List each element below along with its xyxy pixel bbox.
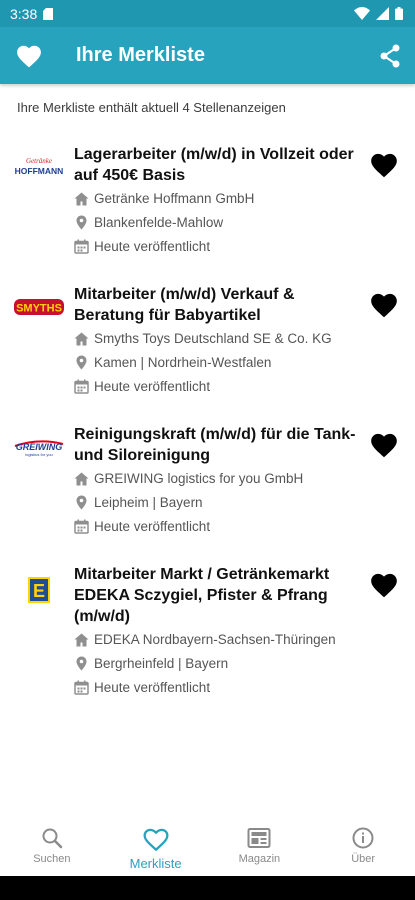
status-bar: 3:38 [0,0,415,27]
nav-item-magazine[interactable]: Magazin [208,818,312,876]
favorite-heart-icon[interactable] [370,572,398,598]
battery-icon [395,7,403,20]
svg-text:HOFFMANN: HOFFMANN [15,166,64,176]
company-logo-greiwing: GREIWING logistics for you [10,420,68,470]
favorite-heart-icon[interactable] [370,432,398,458]
job-location: Bergrheinfeld | Bayern [74,652,359,675]
calendar-icon [74,680,89,695]
job-location: Blankenfelde-Mahlow [74,211,359,234]
job-title[interactable]: Reinigungskraft (m/w/d) für die Tank- un… [74,424,359,466]
home-icon [74,192,89,205]
sd-card-icon [43,7,54,20]
job-location: Kamen | Nordrhein-Westfalen [74,351,359,374]
location-pin-icon [76,495,87,510]
job-title[interactable]: Mitarbeiter (m/w/d) Verkauf & Beratung f… [74,284,359,326]
page-title: Ihre Merkliste [76,44,205,66]
status-time: 3:38 [10,5,38,22]
favorite-heart-icon[interactable] [370,152,398,178]
calendar-icon [74,239,89,254]
job-company: Smyths Toys Deutschland SE & Co. KG [74,327,359,350]
location-pin-icon [76,215,87,230]
home-icon [74,332,89,345]
location-pin-icon [76,355,87,370]
job-item[interactable]: E Mitarbeiter Markt / Getränkemarkt EDEK… [0,560,415,699]
bottom-navigation: Suchen Merkliste Magazin Über [0,818,415,876]
svg-text:logistics for you: logistics for you [25,452,53,457]
job-published: Heute veröffentlicht [74,515,359,538]
job-published: Heute veröffentlicht [74,235,359,258]
wifi-icon [354,7,370,20]
job-company: GREIWING logistics for you GmbH [74,467,359,490]
svg-text:Getränke: Getränke [26,157,52,165]
nav-item-favorites[interactable]: Merkliste [104,818,208,876]
calendar-icon [74,519,89,534]
newspaper-icon [247,828,271,848]
company-logo-smyths: SMYTHS [10,280,68,330]
job-item[interactable]: Getränke HOFFMANN Lagerarbeiter (m/w/d) … [0,140,415,258]
nav-item-about[interactable]: Über [311,818,415,876]
location-pin-icon [76,656,87,671]
heart-icon[interactable] [16,44,42,68]
svg-text:E: E [33,581,45,601]
svg-text:SMYTHS: SMYTHS [16,303,62,315]
job-title[interactable]: Mitarbeiter Markt / Getränkemarkt EDEKA … [74,564,359,627]
nav-label-magazine: Magazin [238,853,281,865]
job-published: Heute veröffentlicht [74,676,359,699]
job-item[interactable]: SMYTHS Mitarbeiter (m/w/d) Verkauf & Ber… [0,280,415,398]
job-company: EDEKA Nordbayern-Sachsen-Thüringen [74,628,359,651]
job-list: Getränke HOFFMANN Lagerarbeiter (m/w/d) … [0,140,415,721]
job-published: Heute veröffentlicht [74,375,359,398]
job-item[interactable]: GREIWING logistics for you Reinigungskra… [0,420,415,538]
nav-label-search: Suchen [33,853,71,865]
nav-label-favorites: Merkliste [129,856,182,871]
company-logo-hoffmann: Getränke HOFFMANN [10,140,68,190]
home-icon [74,472,89,485]
search-icon [42,828,63,849]
heart-outline-icon [143,828,169,852]
company-logo-edeka: E [10,560,68,610]
app-bar: Ihre Merkliste [0,27,415,84]
job-title[interactable]: Lagerarbeiter (m/w/d) in Vollzeit oder a… [74,144,359,186]
home-icon [74,633,89,646]
nav-label-about: Über [351,853,376,865]
favorite-heart-icon[interactable] [370,292,398,318]
calendar-icon [74,379,89,394]
favorites-summary: Ihre Merkliste enthält aktuell 4 Stellen… [17,100,286,115]
share-icon[interactable] [379,44,401,68]
info-icon [352,827,374,849]
nav-item-search[interactable]: Suchen [0,818,104,876]
system-navigation-bar [0,876,415,900]
signal-icon [376,7,389,20]
svg-text:GREIWING: GREIWING [16,442,63,452]
job-location: Leipheim | Bayern [74,491,359,514]
job-company: Getränke Hoffmann GmbH [74,187,359,210]
